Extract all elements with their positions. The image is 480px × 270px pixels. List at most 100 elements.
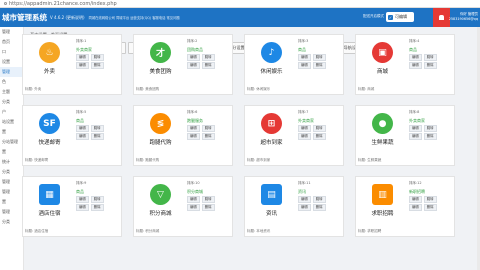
sidebar-item[interactable]: 户 [0,107,23,117]
delete-button[interactable]: 删除 [90,204,104,211]
sidebar-item[interactable]: 分类 [0,167,23,177]
card-title: 标题: 积分商城 [136,229,160,233]
address-url[interactable]: https://appadmin.21chance.com/index.php [9,1,117,7]
edit-button[interactable]: 编辑 [187,196,200,203]
edit-button[interactable]: 编辑 [76,125,89,132]
edit-toggle[interactable]: ✓ 可编辑 [386,12,414,22]
sort-label: 排序:7 [298,110,309,114]
version-label[interactable]: V 4.6.2 (更新说明) [50,15,85,21]
sidebar-item[interactable]: 色 [0,77,23,87]
edit-button[interactable]: 编辑 [409,133,422,140]
menu-name: 跑腿代购 [149,140,172,146]
menu-icon: ▦ [39,184,60,205]
sidebar-item[interactable]: 置 [0,147,23,157]
jump-button[interactable]: 跳转 [201,54,215,61]
edit-button[interactable]: 编辑 [298,196,311,203]
edit-button[interactable]: 编辑 [187,54,200,61]
link-type: 外卖商家 [298,118,314,123]
menu-card: 才 美食团购 排序:2 团购商品 编辑 跳转 编辑 删除 标题: 美食团购 [133,34,233,95]
jump-button[interactable]: 跳转 [90,125,104,132]
menu-card: ≶ 跑腿代购 排序:6 跑腿服务 编辑 跳转 编辑 删除 标题: 跑腿代购 [133,105,233,166]
menu-card: ♪ 休闲娱乐 排序:3 商品 编辑 跳转 编辑 删除 标题: 休闲娱乐 [244,34,344,95]
edit-button[interactable]: 编辑 [76,133,89,140]
menu-icon: SF [39,113,60,134]
delete-button[interactable]: 删除 [90,62,104,69]
menu-icon: ≶ [150,113,171,134]
menu-card: ▤ 资讯 排序:11 资讯 编辑 跳转 编辑 删除 标题: 本地资讯 [244,176,344,237]
delete-button[interactable]: 删除 [423,204,437,211]
delete-button[interactable]: 删除 [201,133,215,140]
user-account: 2583190656@qq [448,17,478,21]
jump-button[interactable]: 跳转 [312,54,326,61]
edit-button[interactable]: 编辑 [187,62,200,69]
sidebar-item[interactable]: 置 [0,127,23,137]
edit-button[interactable]: 编辑 [76,54,89,61]
delete-button[interactable]: 删除 [201,62,215,69]
edit-button[interactable]: 编辑 [409,204,422,211]
link-type: 商品 [409,47,417,52]
sidebar-item[interactable]: 口 [0,47,23,57]
edit-button[interactable]: 编辑 [409,54,422,61]
sidebar-item[interactable]: 站设置 [0,117,23,127]
jump-button[interactable]: 跳转 [90,196,104,203]
user-info[interactable]: 你好 管理员 2583190656@qq [449,12,478,22]
jump-button[interactable]: 跳转 [312,196,326,203]
sidebar-item[interactable]: 管理 [0,27,23,37]
sidebar: 管理 首页口设置 管理色主题 分类户站设置置分站管理置统计 分类 管理 管理置管理 分类 [0,27,24,270]
menu-card: ● 生鲜果蔬 排序:8 外卖商家 编辑 跳转 编辑 删除 标题: 生鲜果蔬 [355,105,455,166]
jump-button[interactable]: 跳转 [312,125,326,132]
edit-button[interactable]: 编辑 [76,196,89,203]
sidebar-item[interactable]: 分站管理 [0,137,23,147]
edit-button[interactable]: 编辑 [298,62,311,69]
delete-button[interactable]: 删除 [312,204,326,211]
sidebar-item[interactable]: 首页 [0,37,23,47]
notification-button[interactable] [433,8,450,27]
menu-card: ♨ 外卖 排序:1 外卖商家 编辑 跳转 编辑 删除 标题: 外卖 [22,34,122,95]
jump-button[interactable]: 跳转 [201,125,215,132]
menu-icon: ▽ [150,184,171,205]
menu-card: ▥ 求职招聘 排序:12 新职招聘 编辑 跳转 编辑 删除 标题: 求职招聘 [355,176,455,237]
edit-button[interactable]: 编辑 [298,204,311,211]
header-info[interactable]: 同城在线网络公司 同城平台 运营支持(QQ) 客服电话 常见问题 [89,15,180,20]
edit-button[interactable]: 编辑 [187,125,200,132]
menu-name: 超市到家 [260,140,283,146]
menu-card: ▣ 商城 排序:4 商品 编辑 跳转 编辑 删除 标题: 商城 [355,34,455,95]
sidebar-item[interactable]: 统计 [0,157,23,167]
sidebar-item[interactable]: 管理 [0,177,23,187]
delete-button[interactable]: 删除 [312,62,326,69]
jump-button[interactable]: 跳转 [423,125,437,132]
edit-button[interactable]: 编辑 [298,125,311,132]
menu-card: SF 快递邮寄 排序:5 商品 编辑 跳转 编辑 删除 标题: 快递邮寄 [22,105,122,166]
jump-button[interactable]: 跳转 [423,196,437,203]
edit-button[interactable]: 编辑 [187,133,200,140]
sidebar-item[interactable]: 主题 [0,87,23,97]
jump-button[interactable]: 跳转 [201,196,215,203]
sidebar-item[interactable]: 管理 [0,187,23,197]
edit-button[interactable]: 编辑 [409,125,422,132]
sidebar-item[interactable]: 分类 [0,217,23,227]
edit-button[interactable]: 编辑 [76,204,89,211]
address-bar[interactable]: https://appadmin.21chance.com/index.php [0,0,480,8]
edit-button[interactable]: 编辑 [298,133,311,140]
jump-button[interactable]: 跳转 [423,54,437,61]
edit-button[interactable]: 编辑 [409,196,422,203]
sidebar-item[interactable]: 管理 [0,67,23,77]
delete-button[interactable]: 删除 [201,204,215,211]
delete-button[interactable]: 删除 [90,133,104,140]
delete-button[interactable]: 删除 [423,133,437,140]
sidebar-item[interactable]: 设置 [0,57,23,67]
sort-label: 排序:6 [187,110,198,114]
sidebar-item[interactable]: 分类 [0,97,23,107]
sort-label: 排序:5 [76,110,87,114]
menu-name: 快递邮寄 [38,140,61,146]
sidebar-item[interactable]: 管理 [0,207,23,217]
jump-button[interactable]: 跳转 [90,54,104,61]
edit-button[interactable]: 编辑 [76,62,89,69]
menu-card: ⊞ 超市到家 排序:7 外卖商家 编辑 跳转 编辑 删除 标题: 超市到家 [244,105,344,166]
edit-button[interactable]: 编辑 [298,54,311,61]
sidebar-item[interactable]: 置 [0,197,23,207]
delete-button[interactable]: 删除 [312,133,326,140]
delete-button[interactable]: 删除 [423,62,437,69]
edit-button[interactable]: 编辑 [409,62,422,69]
edit-button[interactable]: 编辑 [187,204,200,211]
